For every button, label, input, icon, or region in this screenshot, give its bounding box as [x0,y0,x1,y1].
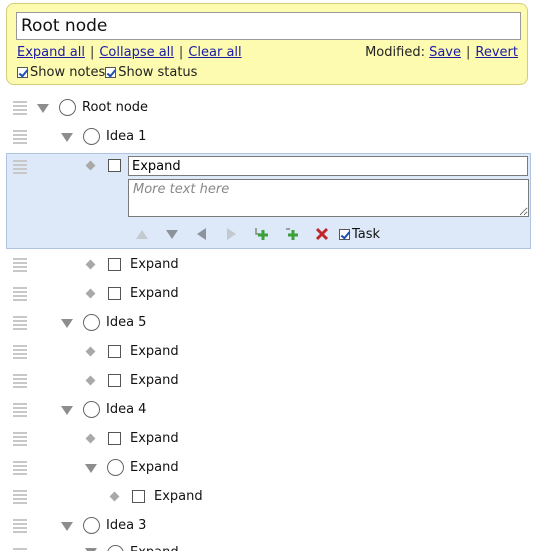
show-status-label: Show status [118,65,198,80]
triangle-down-icon[interactable] [37,104,49,113]
task-checkbox[interactable] [339,229,350,240]
diamond-icon [85,346,96,357]
drag-handle-icon[interactable] [13,403,27,417]
outline-title-input[interactable] [16,12,521,40]
expand-all-link[interactable]: Expand all [17,45,85,60]
diamond-icon [85,259,96,270]
expand-collapse-links: Expand all | Collapse all | Clear all [17,45,242,60]
diamond-icon [109,491,120,502]
circle-status-icon[interactable] [83,314,100,331]
task-label: Task [352,227,381,242]
separator: | [178,45,184,60]
drag-handle-icon[interactable] [13,287,27,301]
arrow-right-icon[interactable] [223,226,239,242]
arrow-left-icon[interactable] [193,226,209,242]
tree-row-root: Root node [0,93,553,122]
tree-row-expand: Expand [0,424,553,453]
node-label-expand[interactable]: Expand [154,489,203,504]
arrow-down-icon[interactable] [164,226,180,242]
drag-handle-icon[interactable] [13,432,27,446]
node-label-expand[interactable]: Expand [130,545,179,551]
node-label-root[interactable]: Root node [82,100,148,115]
outline-header: Expand all | Collapse all | Clear all Modifi… [6,3,528,85]
clear-all-link[interactable]: Clear all [188,45,241,60]
node-text-input[interactable] [128,156,528,176]
node-label-idea3[interactable]: Idea 3 [106,518,146,533]
drag-handle-icon[interactable] [13,258,27,272]
triangle-down-icon[interactable] [61,319,73,328]
checkbox-status-icon[interactable] [108,159,121,172]
display-options: Show notes Show status [17,65,197,80]
add-child-icon[interactable] [254,226,270,242]
node-notes-textarea[interactable] [128,179,529,217]
triangle-down-icon[interactable] [61,406,73,415]
diamond-icon [85,288,96,299]
tree-row-expand: Expand [0,279,553,308]
node-label-expand[interactable]: Expand [130,344,179,359]
node-label-expand[interactable]: Expand [130,460,179,475]
node-label-expand[interactable]: Expand [130,431,179,446]
save-controls: Modified: Save | Revert [365,45,518,60]
add-sibling-icon[interactable] [284,226,300,242]
revert-link[interactable]: Revert [475,45,518,60]
tree-row-expand-partial: Expand [0,540,553,551]
collapse-all-link[interactable]: Collapse all [99,45,174,60]
tree-row-expand: Expand [0,366,553,395]
save-link[interactable]: Save [429,45,461,60]
drag-handle-icon[interactable] [13,519,27,533]
modified-label: Modified: [365,45,425,60]
drag-handle-icon[interactable] [13,374,27,388]
drag-handle-icon[interactable] [13,461,27,475]
checkbox-status-icon[interactable] [108,345,121,358]
triangle-down-icon[interactable] [61,133,73,142]
node-label-expand[interactable]: Expand [130,257,179,272]
drag-handle-icon[interactable] [13,345,27,359]
tree-row-expand: Expand [0,250,553,279]
separator: | [89,45,95,60]
delete-icon[interactable] [314,226,330,242]
tree-row-idea1: Idea 1 [0,122,553,151]
tree-row-idea3: Idea 3 [0,511,553,540]
node-label-expand[interactable]: Expand [130,286,179,301]
drag-handle-icon[interactable] [13,101,27,115]
node-label-expand[interactable]: Expand [130,373,179,388]
circle-status-icon[interactable] [59,99,76,116]
checkbox-status-icon[interactable] [108,432,121,445]
checkbox-status-icon[interactable] [108,258,121,271]
circle-status-icon[interactable] [83,401,100,418]
diamond-icon [85,375,96,386]
task-option[interactable]: Task [339,227,380,242]
node-label-idea4[interactable]: Idea 4 [106,402,146,417]
node-label-idea1[interactable]: Idea 1 [106,129,146,144]
drag-handle-icon[interactable] [13,490,27,504]
drag-handle-icon[interactable] [13,316,27,330]
tree-row-expand: Expand [0,482,553,511]
node-label-idea5[interactable]: Idea 5 [106,315,146,330]
tree-row-idea4: Idea 4 [0,395,553,424]
tree-row-expand: Expand [0,337,553,366]
triangle-down-icon[interactable] [61,522,73,531]
separator: | [466,45,471,60]
checkbox-status-icon[interactable] [108,287,121,300]
diamond-icon [85,433,96,444]
checkbox-status-icon[interactable] [132,490,145,503]
tree-row-idea5: Idea 5 [0,308,553,337]
show-notes-checkbox[interactable] [17,67,28,78]
drag-handle-icon[interactable] [13,160,27,174]
drag-handle-icon[interactable] [13,130,27,144]
show-notes-label: Show notes [30,65,106,80]
show-status-checkbox[interactable] [105,67,117,78]
arrow-up-icon[interactable] [134,226,150,242]
tree-row-expand: Expand [0,453,553,482]
circle-status-icon[interactable] [83,517,100,534]
show-notes-option[interactable]: Show notes [17,65,105,80]
show-status-option[interactable]: Show status [105,65,197,80]
circle-status-icon[interactable] [107,545,124,551]
triangle-down-icon[interactable] [85,464,97,473]
circle-status-icon[interactable] [107,459,124,476]
circle-status-icon[interactable] [83,128,100,145]
checkbox-status-icon[interactable] [108,374,121,387]
